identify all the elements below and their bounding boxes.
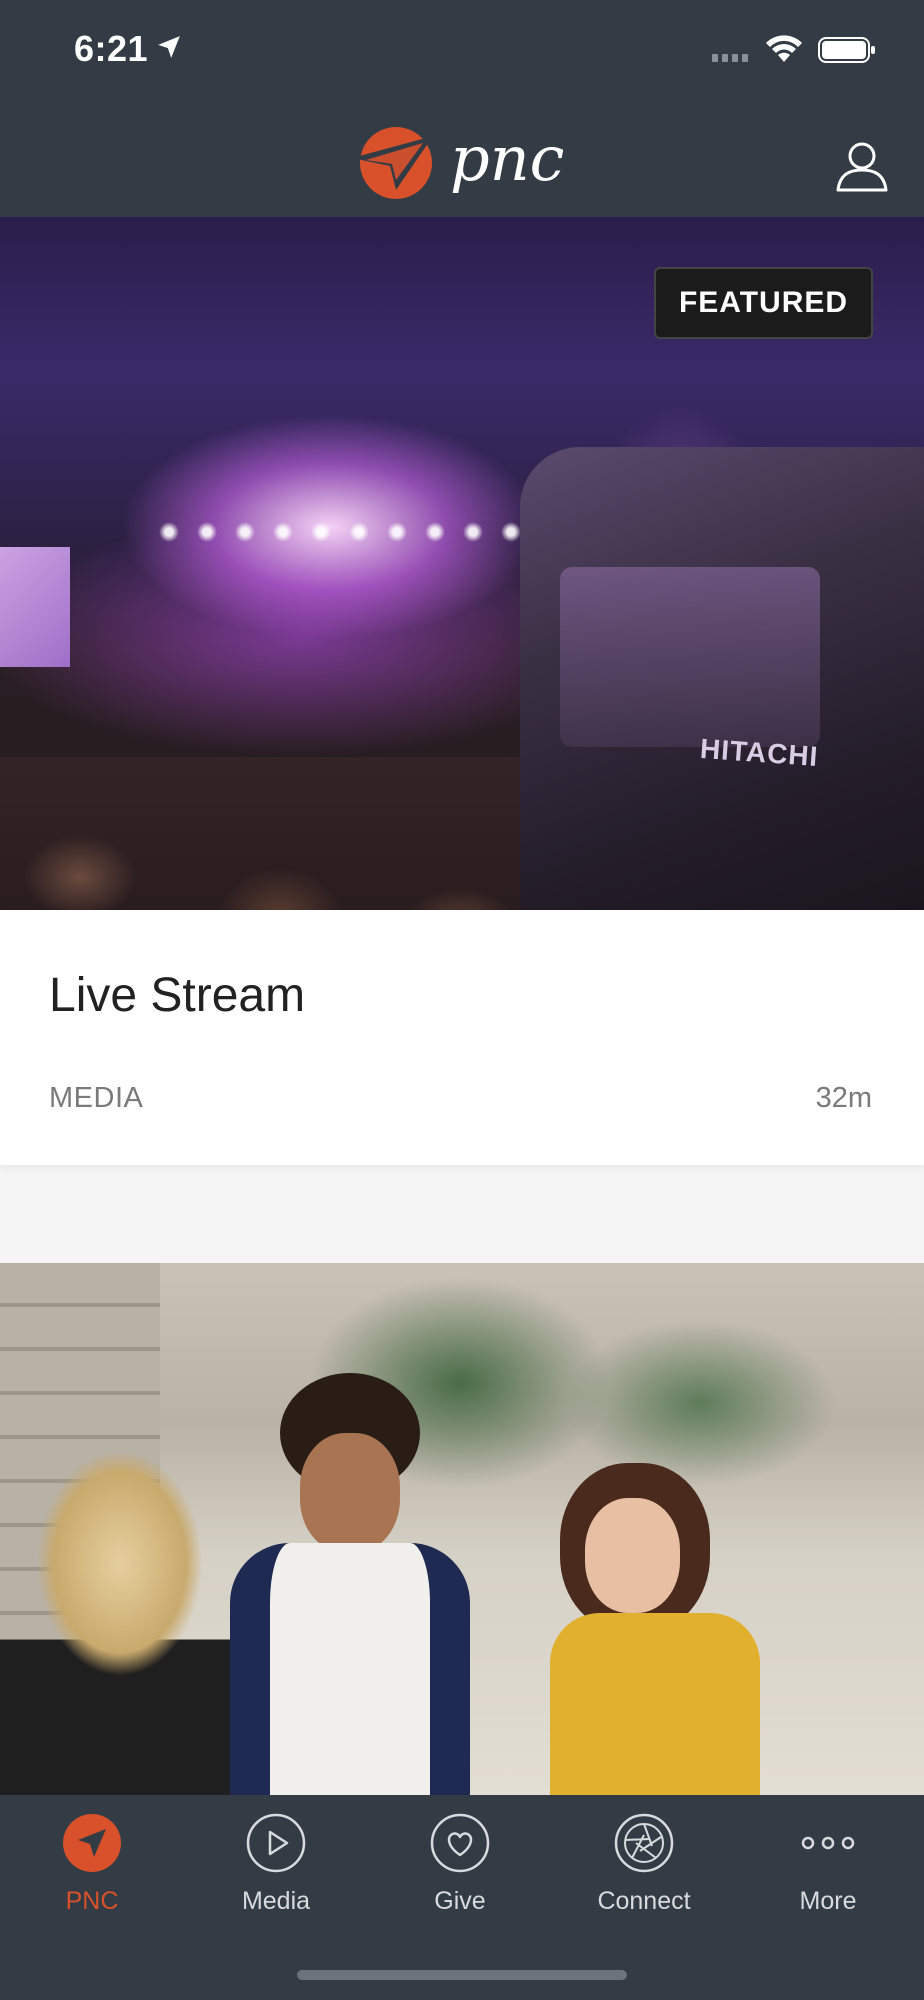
app-header: 6:21 pnc <box>0 0 924 217</box>
tab-more[interactable]: More <box>736 1795 920 1945</box>
more-dots-icon <box>801 1836 855 1850</box>
wifi-icon <box>766 35 802 62</box>
featured-badge: FEATURED <box>654 267 873 339</box>
battery-icon <box>818 37 875 63</box>
heart-circle-icon <box>430 1813 490 1873</box>
cellular-signal-icon <box>712 54 748 62</box>
navigation-arrow-icon <box>63 1814 121 1872</box>
card-category: MEDIA <box>49 1082 144 1114</box>
card-title: Live Stream <box>49 969 306 1022</box>
tab-pnc[interactable]: PNC <box>0 1795 184 1945</box>
tab-label: Connect <box>597 1887 691 1915</box>
tab-label: PNC <box>65 1887 119 1915</box>
location-arrow-icon <box>158 36 180 58</box>
tab-label: Media <box>241 1887 311 1915</box>
status-time: 6:21 <box>74 28 149 69</box>
pnc-logo[interactable]: pnc <box>338 118 588 208</box>
home-indicator[interactable] <box>297 1970 627 1980</box>
featured-card[interactable]: Live Stream MEDIA 32m <box>0 910 924 1165</box>
content-card-image[interactable] <box>0 1263 924 1800</box>
card-duration: 32m <box>815 1082 872 1114</box>
aperture-icon <box>614 1813 674 1873</box>
tab-label: More <box>799 1887 857 1915</box>
play-circle-icon <box>246 1813 306 1873</box>
user-profile-icon[interactable] <box>834 138 890 194</box>
tab-give[interactable]: Give <box>368 1795 552 1945</box>
logo-text: pnc <box>450 122 564 195</box>
tab-media[interactable]: Media <box>184 1795 368 1945</box>
app-screen: 6:21 pnc HITACHI FEATURED Live Stream ME… <box>0 0 924 2000</box>
tab-connect[interactable]: Connect <box>552 1795 736 1945</box>
nav-bar: pnc <box>0 100 924 217</box>
status-bar: 6:21 <box>0 0 924 100</box>
tab-label: Give <box>434 1887 486 1915</box>
